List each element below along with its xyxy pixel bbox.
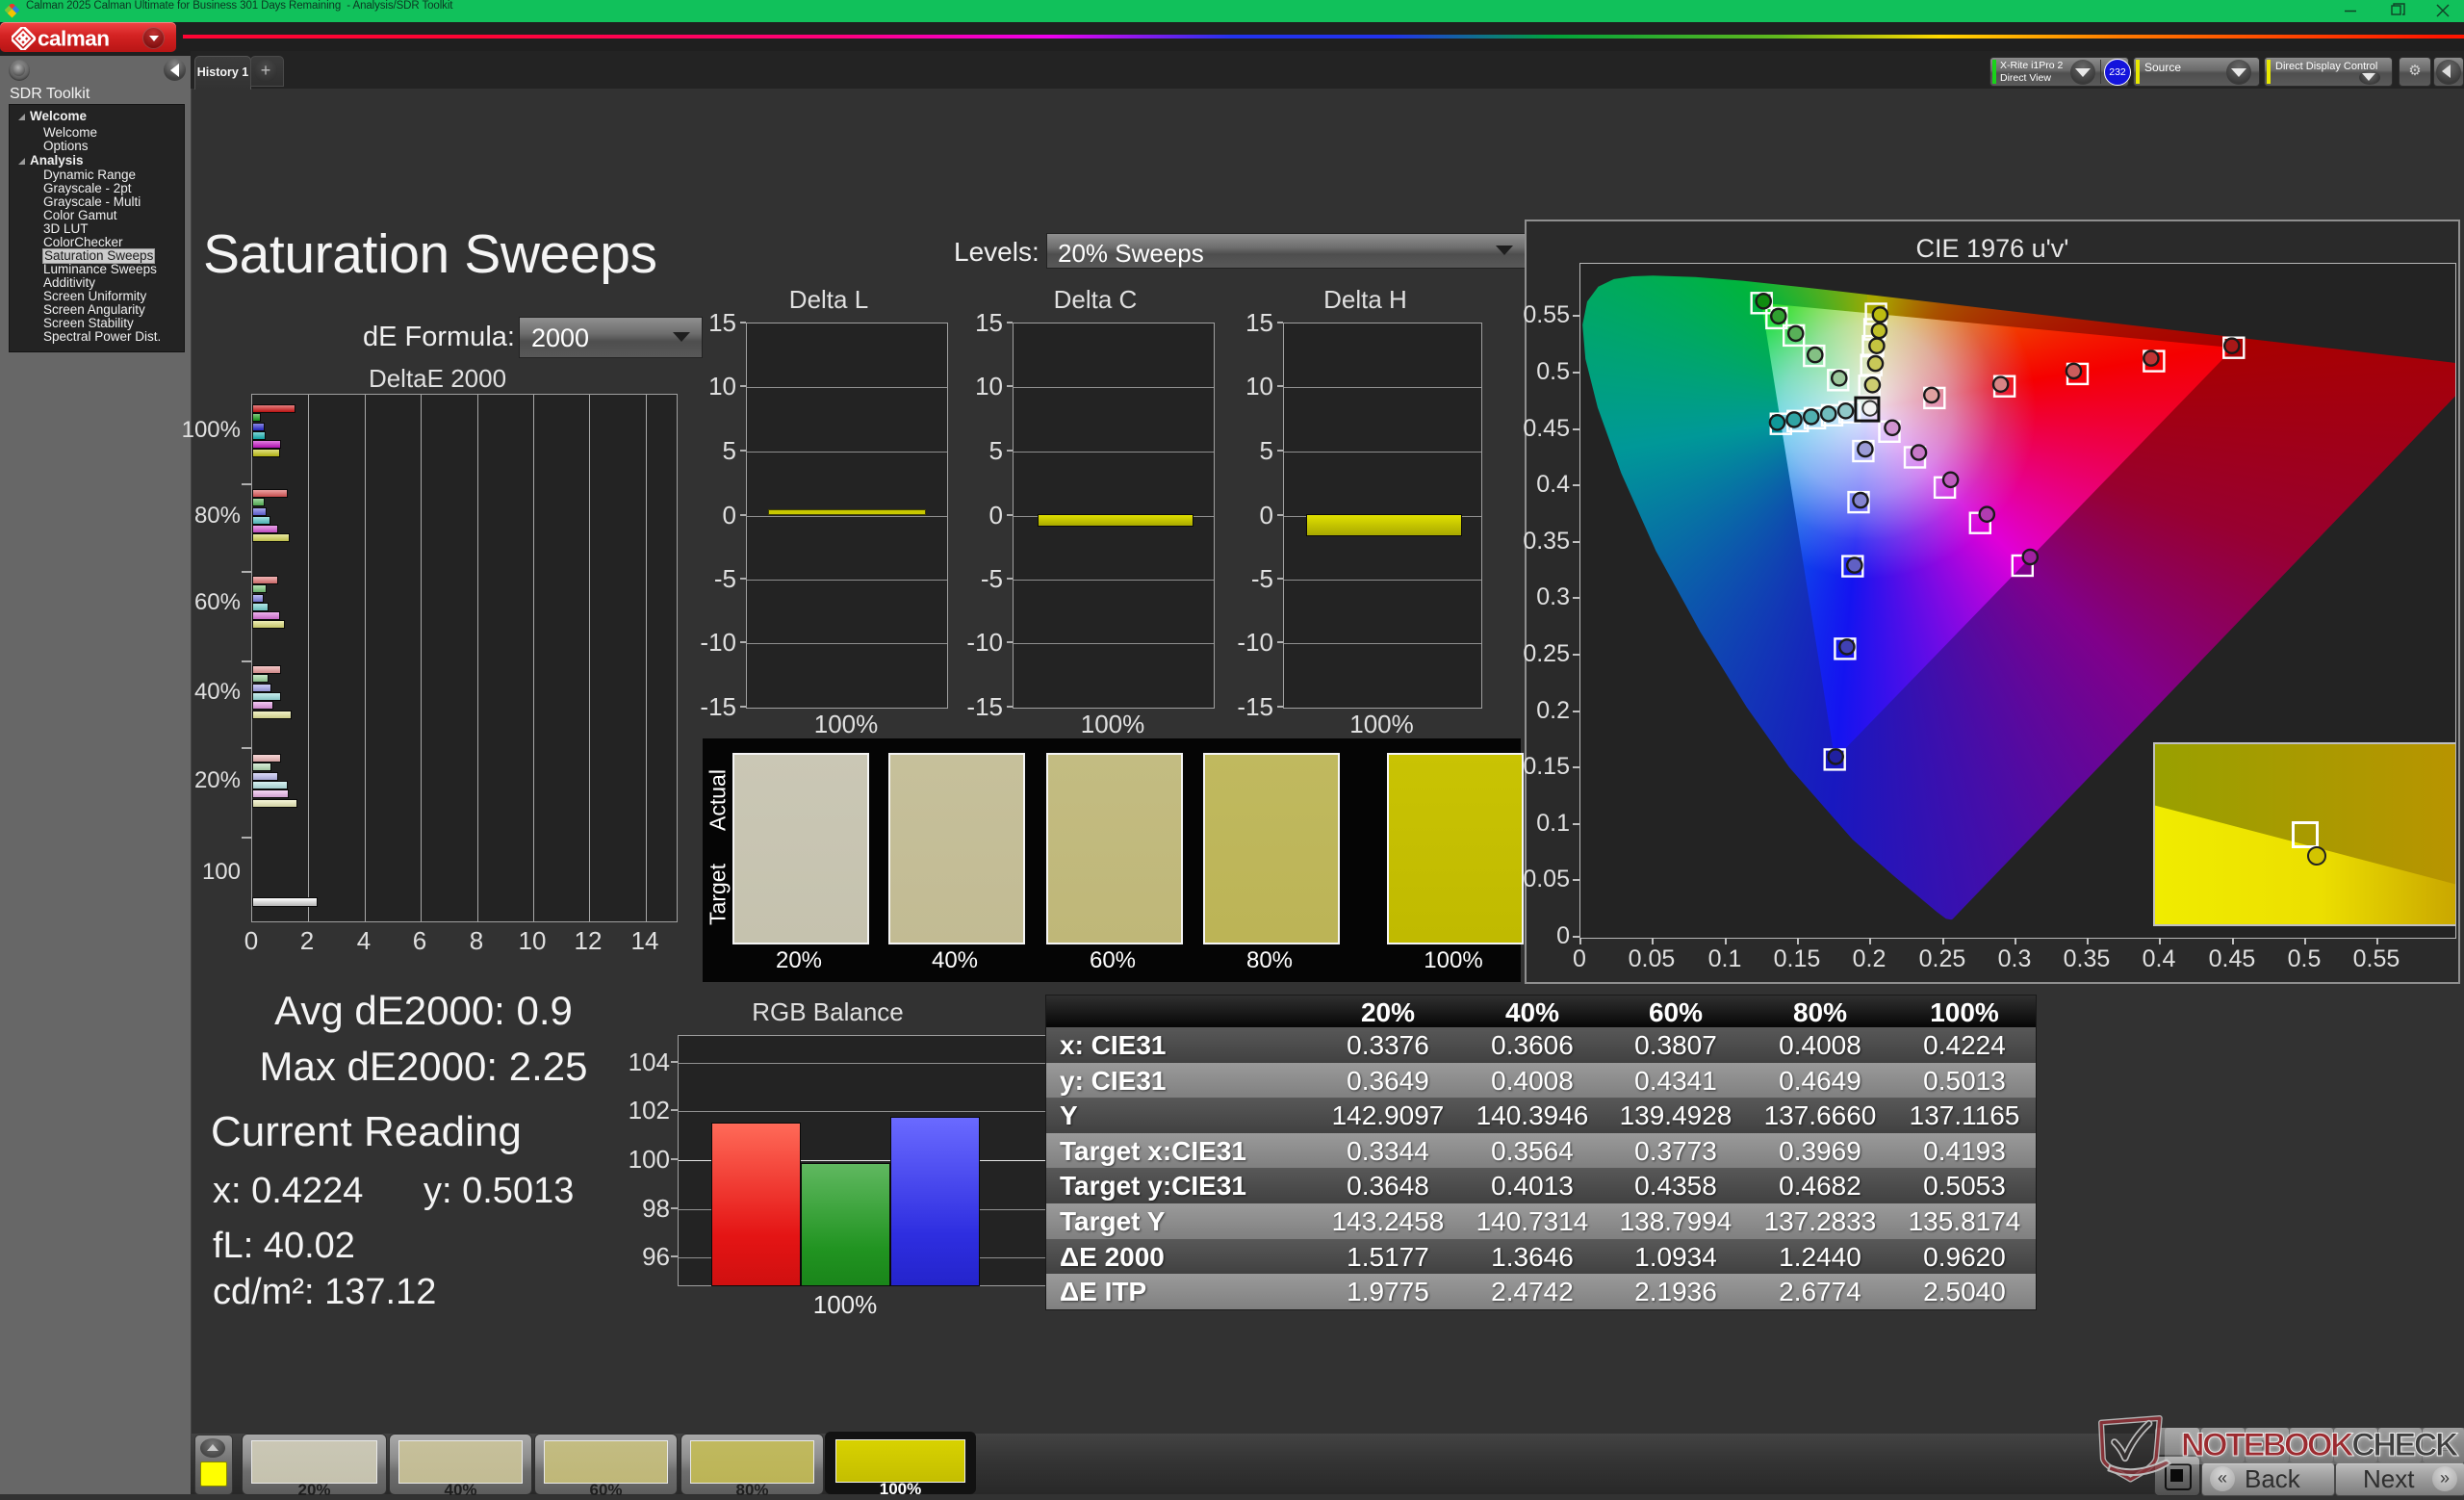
svg-text:calman: calman xyxy=(38,27,110,50)
